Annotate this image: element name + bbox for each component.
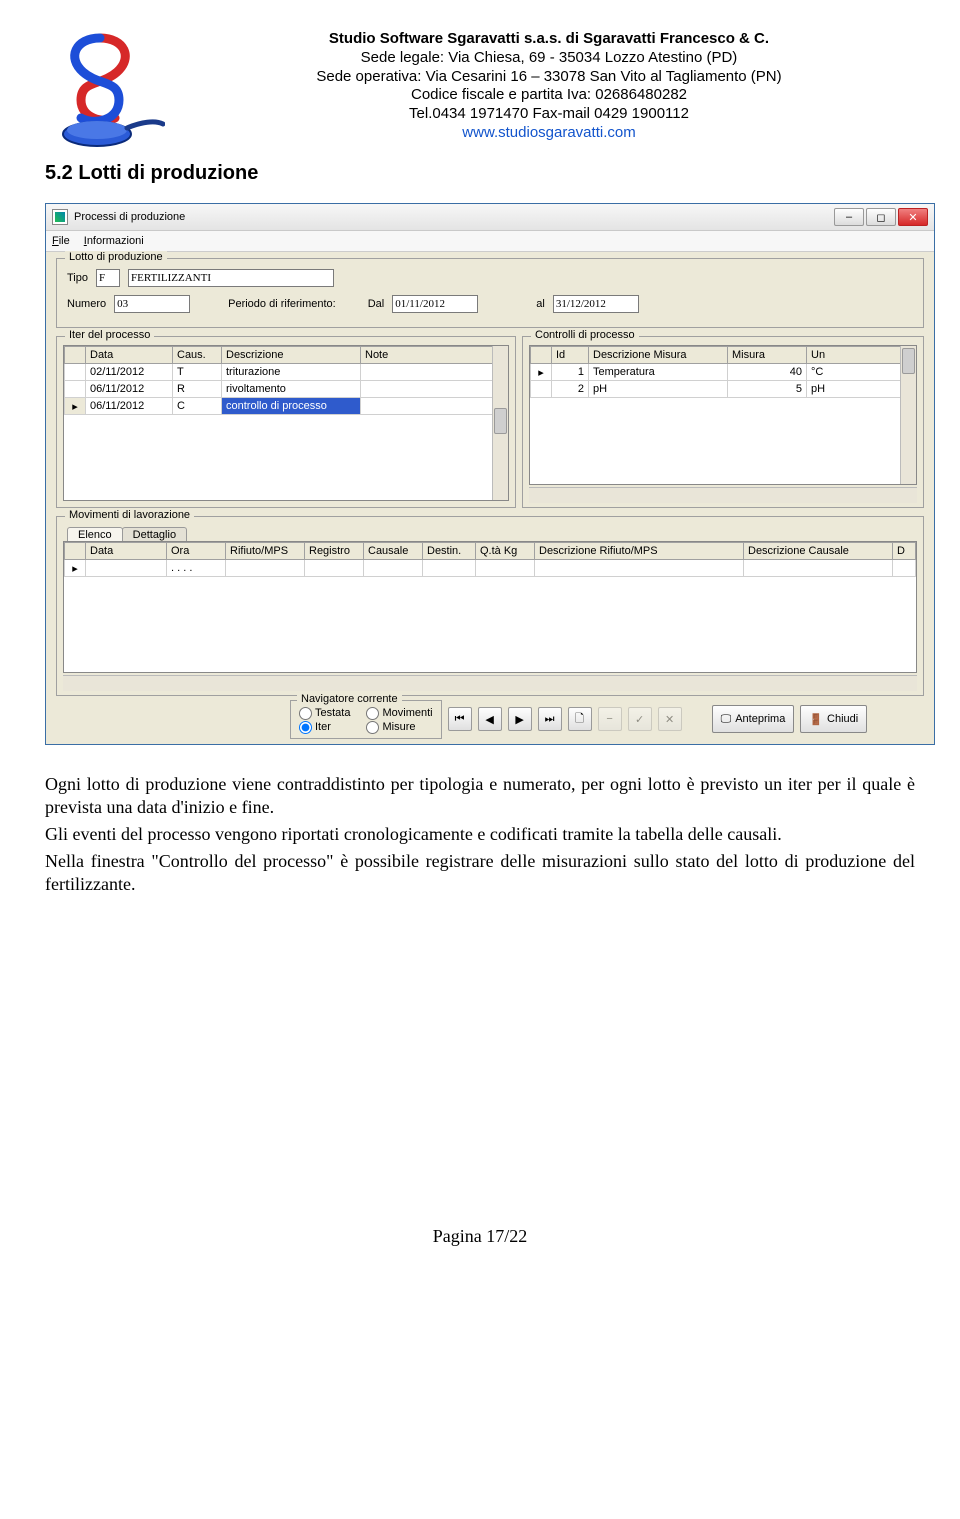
label-numero: Numero: [67, 298, 106, 310]
table-row[interactable]: 02/11/2012Ttriturazione: [65, 364, 508, 381]
nav-next-button[interactable]: ▶: [508, 707, 532, 731]
input-tipo-code[interactable]: [96, 269, 120, 287]
maximize-button[interactable]: ◻: [866, 208, 896, 226]
nav-delete-button[interactable]: −: [598, 707, 622, 731]
exit-icon: 🚪: [809, 713, 823, 726]
input-numero[interactable]: [114, 295, 190, 313]
titlebar: Processi di produzione – ◻ ✕: [46, 204, 934, 231]
col-ptr: [65, 347, 86, 364]
window-title: Processi di produzione: [74, 211, 185, 223]
table-row[interactable]: 06/11/2012Rrivoltamento: [65, 381, 508, 398]
app-icon: [52, 209, 68, 225]
tab-dettaglio[interactable]: Dettaglio: [122, 527, 187, 542]
table-row[interactable]: ▸1Temperatura40°C: [531, 364, 916, 381]
col-misura[interactable]: Misura: [728, 347, 807, 364]
nav-first-button[interactable]: ⏮: [448, 707, 472, 731]
col-note[interactable]: Note: [361, 347, 508, 364]
col-ptr: [531, 347, 552, 364]
section-heading: 5.2 Lotti di produzione: [45, 162, 915, 185]
table-row[interactable]: ▸. . . .: [65, 560, 916, 577]
nav-new-button[interactable]: 🗋: [568, 707, 592, 731]
minimize-button[interactable]: –: [834, 208, 864, 226]
col-ptr: [65, 543, 86, 560]
tab-elenco[interactable]: Elenco: [67, 527, 123, 542]
group-lotto-label: Lotto di produzione: [65, 251, 167, 263]
letterhead: Studio Software Sgaravatti s.a.s. di Sga…: [183, 30, 915, 150]
grid-controlli[interactable]: Id Descrizione Misura Misura Un ▸1Temper…: [529, 345, 917, 485]
col-data[interactable]: Data: [86, 347, 173, 364]
input-al[interactable]: [553, 295, 639, 313]
radio-misure[interactable]: Misure: [366, 721, 432, 734]
paragraph: Nella finestra "Controllo del processo" …: [45, 850, 915, 896]
nav-last-button[interactable]: ⏭: [538, 707, 562, 731]
col-desc-misura[interactable]: Descrizione Misura: [589, 347, 728, 364]
radio-movimenti[interactable]: Movimenti: [366, 707, 432, 720]
group-navigatore: Navigatore corrente Testata Iter Movimen…: [290, 700, 442, 739]
group-iter-label: Iter del processo: [65, 329, 154, 341]
table-row[interactable]: 2pH5pH: [531, 381, 916, 398]
group-lotto: Lotto di produzione Tipo Numero Periodo …: [56, 258, 924, 328]
scrollbar-vertical[interactable]: [492, 346, 508, 500]
app-window: Processi di produzione – ◻ ✕ File Inform…: [45, 203, 935, 745]
scrollbar-horizontal[interactable]: [529, 487, 917, 503]
input-tipo-desc[interactable]: [128, 269, 334, 287]
menu-info[interactable]: Informazioni: [84, 235, 144, 247]
radio-testata[interactable]: Testata: [299, 707, 350, 720]
scrollbar-vertical[interactable]: [900, 346, 916, 484]
label-al: al: [536, 298, 545, 310]
group-controlli: Controlli di processo Id Descrizione Mis…: [522, 336, 924, 508]
input-dal[interactable]: [392, 295, 478, 313]
chiudi-button[interactable]: 🚪Chiudi: [800, 705, 867, 733]
anteprima-button[interactable]: 🖵Anteprima: [712, 705, 795, 733]
col-caus[interactable]: Caus.: [173, 347, 222, 364]
col-desc[interactable]: Descrizione: [222, 347, 361, 364]
table-row-selected[interactable]: ▸06/11/2012Ccontrollo di processo: [65, 398, 508, 415]
label-dal: Dal: [368, 298, 385, 310]
label-periodo: Periodo di riferimento:: [228, 298, 336, 310]
group-navigatore-label: Navigatore corrente: [297, 693, 402, 705]
paragraph: Ogni lotto di produzione viene contraddi…: [45, 773, 915, 819]
radio-iter[interactable]: Iter: [299, 721, 350, 734]
menubar: File Informazioni: [46, 231, 934, 252]
grid-iter[interactable]: Data Caus. Descrizione Note 02/11/2012Tt…: [63, 345, 509, 501]
group-controlli-label: Controlli di processo: [531, 329, 639, 341]
group-movimenti-label: Movimenti di lavorazione: [65, 509, 194, 521]
nav-cancel-button[interactable]: ✕: [658, 707, 682, 731]
group-iter: Iter del processo Data Caus. Descrizione…: [56, 336, 516, 508]
website-link[interactable]: www.studiosgaravatti.com: [183, 124, 915, 143]
scrollbar-horizontal[interactable]: [63, 675, 917, 691]
close-button[interactable]: ✕: [898, 208, 928, 226]
grid-movimenti[interactable]: Data Ora Rifiuto/MPS Registro Causale De…: [63, 541, 917, 673]
monitor-icon: 🖵: [721, 713, 732, 726]
menu-file[interactable]: File: [52, 235, 70, 247]
group-movimenti: Movimenti di lavorazione Elenco Dettagli…: [56, 516, 924, 696]
paragraph: Gli eventi del processo vengono riportat…: [45, 823, 915, 846]
nav-confirm-button[interactable]: ✓: [628, 707, 652, 731]
page-footer: Pagina 17/22: [45, 1226, 915, 1277]
col-id[interactable]: Id: [552, 347, 589, 364]
label-tipo: Tipo: [67, 272, 88, 284]
company-logo: [45, 30, 165, 150]
nav-prev-button[interactable]: ◀: [478, 707, 502, 731]
